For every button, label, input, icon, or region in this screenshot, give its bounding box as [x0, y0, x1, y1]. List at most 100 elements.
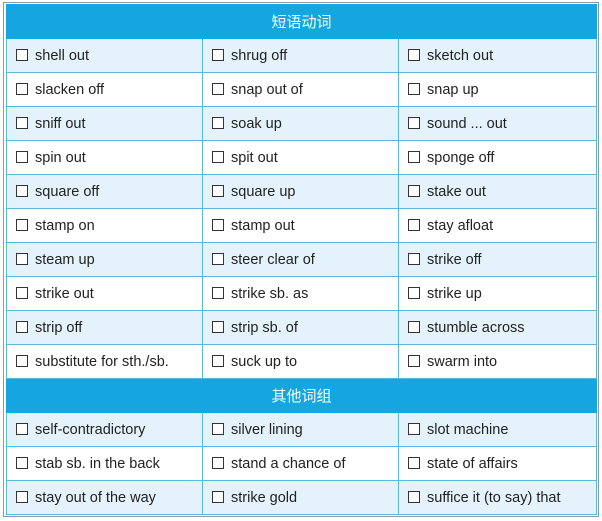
table-row: sniff out soak up sound ... out	[6, 106, 598, 141]
checkbox-icon[interactable]	[408, 116, 420, 129]
phrase-cell: snap out of	[202, 72, 399, 107]
phrase-cell: square up	[202, 174, 399, 209]
checkbox-icon[interactable]	[212, 320, 224, 333]
phrase-text: snap out of	[231, 81, 303, 98]
checkbox-icon[interactable]	[16, 184, 28, 197]
phrase-cell: sniff out	[6, 106, 203, 141]
phrase-text: state of affairs	[427, 455, 518, 472]
table-row: self-contradictory silver lining slot mach…	[6, 412, 598, 447]
checkbox-icon[interactable]	[212, 48, 224, 61]
table-row: spin out spit out sponge off	[6, 140, 598, 175]
phrase-cell: state of affairs	[397, 446, 598, 481]
checkbox-icon[interactable]	[408, 48, 420, 61]
checkbox-icon[interactable]	[408, 252, 420, 265]
checkbox-icon[interactable]	[408, 354, 420, 367]
phrase-cell: soak up	[202, 106, 399, 141]
checkbox-icon[interactable]	[212, 218, 224, 231]
phrase-cell: square off	[6, 174, 203, 209]
phrase-cell: strip sb. of	[202, 310, 399, 345]
checkbox-icon[interactable]	[16, 252, 28, 265]
checkbox-icon[interactable]	[408, 490, 420, 503]
checkbox-icon[interactable]	[408, 150, 420, 163]
section-title: 短语动词	[5, 4, 598, 39]
checkbox-icon[interactable]	[408, 184, 420, 197]
table-row: steam up steer clear of strike off	[6, 242, 598, 277]
checkbox-icon[interactable]	[212, 82, 224, 95]
phrase-cell: strip off	[6, 310, 203, 345]
phrase-cell: suck up to	[202, 344, 399, 379]
checkbox-icon[interactable]	[212, 184, 224, 197]
phrase-text: strike gold	[231, 489, 298, 506]
phrase-text: strip off	[35, 319, 83, 336]
checkbox-icon[interactable]	[16, 116, 28, 129]
phrase-text: square up	[231, 183, 296, 200]
checkbox-icon[interactable]	[16, 150, 28, 163]
checkbox-icon[interactable]	[16, 490, 28, 503]
checkbox-icon[interactable]	[16, 48, 28, 61]
checkbox-icon[interactable]	[212, 150, 224, 163]
phrase-text: stamp on	[35, 217, 95, 234]
table-row: stay out of the way strike gold suffice it…	[6, 480, 598, 515]
checkbox-icon[interactable]	[16, 456, 28, 469]
checkbox-icon[interactable]	[408, 218, 420, 231]
checkbox-icon[interactable]	[408, 422, 420, 435]
checkbox-icon[interactable]	[212, 456, 224, 469]
checkbox-icon[interactable]	[212, 354, 224, 367]
checkbox-icon[interactable]	[212, 252, 224, 265]
phrase-text: strike off	[427, 251, 482, 268]
phrase-text: stake out	[427, 183, 486, 200]
phrase-cell: swarm into	[397, 344, 598, 379]
checkbox-icon[interactable]	[212, 422, 224, 435]
table-row: square off square up stake out	[6, 174, 598, 209]
vocabulary-table: 短语动词 shell out shrug off sketch out slacken …	[5, 4, 598, 515]
phrase-text: soak up	[231, 115, 282, 132]
phrase-cell: strike out	[6, 276, 203, 311]
phrase-cell: steam up	[6, 242, 203, 277]
phrase-text: steer clear of	[231, 251, 315, 268]
vocabulary-table-frame: 短语动词 shell out shrug off sketch out slacken …	[3, 2, 599, 517]
phrase-cell: sponge off	[397, 140, 598, 175]
phrase-cell: spit out	[202, 140, 399, 175]
phrase-text: substitute for sth./sb.	[35, 353, 169, 370]
phrase-text: sound ... out	[427, 115, 507, 132]
checkbox-icon[interactable]	[212, 286, 224, 299]
phrase-cell: slot machine	[397, 412, 598, 447]
phrase-cell: strike gold	[202, 480, 399, 515]
checkbox-icon[interactable]	[16, 422, 28, 435]
phrase-text: strike out	[35, 285, 94, 302]
phrase-cell: suffice it (to say) that	[397, 480, 598, 515]
phrase-text: strike sb. as	[231, 285, 309, 302]
phrase-text: stand a chance of	[231, 455, 346, 472]
checkbox-icon[interactable]	[16, 354, 28, 367]
checkbox-icon[interactable]	[408, 456, 420, 469]
phrase-cell: shrug off	[202, 38, 399, 73]
table-row: stamp on stamp out stay afloat	[6, 208, 598, 243]
phrase-cell: sound ... out	[397, 106, 598, 141]
phrase-text: strip sb. of	[231, 319, 298, 336]
table-row: shell out shrug off sketch out	[6, 38, 598, 73]
checkbox-icon[interactable]	[212, 116, 224, 129]
table-row: strip off strip sb. of stumble across	[6, 310, 598, 345]
phrase-text: silver lining	[231, 421, 303, 438]
checkbox-icon[interactable]	[212, 490, 224, 503]
checkbox-icon[interactable]	[408, 82, 420, 95]
section-title: 其他词组	[5, 378, 598, 413]
phrase-text: steam up	[35, 251, 95, 268]
phrase-cell: self-contradictory	[6, 412, 203, 447]
phrase-cell: spin out	[6, 140, 203, 175]
phrase-cell: stake out	[397, 174, 598, 209]
checkbox-icon[interactable]	[16, 82, 28, 95]
checkbox-icon[interactable]	[16, 320, 28, 333]
checkbox-icon[interactable]	[16, 286, 28, 299]
checkbox-icon[interactable]	[408, 320, 420, 333]
phrase-text: strike up	[427, 285, 482, 302]
phrase-text: swarm into	[427, 353, 498, 370]
phrase-cell: stand a chance of	[202, 446, 399, 481]
checkbox-icon[interactable]	[408, 286, 420, 299]
phrase-cell: stay out of the way	[6, 480, 203, 515]
phrase-text: stay out of the way	[35, 489, 156, 506]
checkbox-icon[interactable]	[16, 218, 28, 231]
phrase-cell: substitute for sth./sb.	[6, 344, 203, 379]
phrase-cell: slacken off	[6, 72, 203, 107]
phrase-text: slacken off	[35, 81, 105, 98]
